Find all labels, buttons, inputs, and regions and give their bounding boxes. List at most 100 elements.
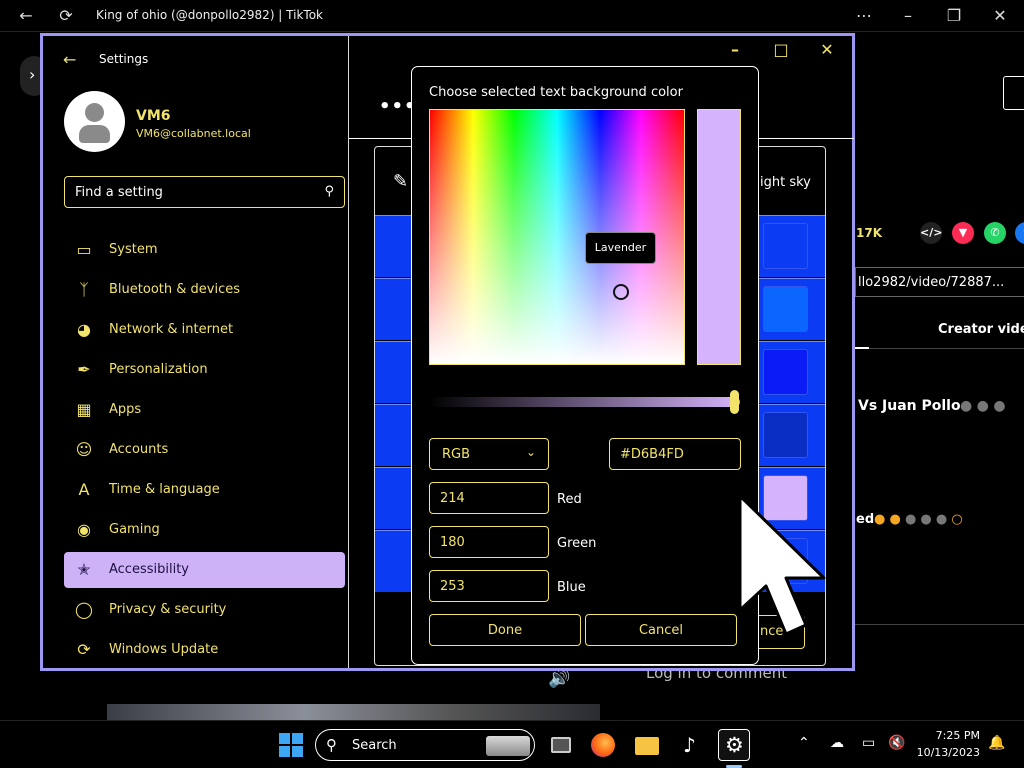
theme-name-fragment: ight sky (760, 175, 811, 190)
clock-time[interactable]: 7:25 PM (928, 729, 980, 742)
green-label: Green (557, 536, 597, 551)
sidebar-item-label: Accessibility (109, 562, 189, 577)
avatar[interactable] (64, 91, 125, 152)
share-send-icon[interactable]: ▼ (952, 222, 974, 244)
restore-icon[interactable]: ❐ (944, 6, 964, 26)
blue-label: Blue (557, 580, 586, 595)
minimize-icon[interactable]: – (898, 6, 918, 26)
sidebar-item-accounts[interactable]: ☺ Accounts (64, 432, 345, 468)
volume-muted-icon[interactable]: 🔇 (888, 735, 905, 751)
tab-indicator (855, 347, 869, 349)
color-swatch[interactable] (763, 286, 808, 332)
sidebar-item-accessibility[interactable]: ✭ Accessibility (64, 552, 345, 588)
hex-input[interactable] (609, 438, 741, 470)
find-setting-input[interactable]: Find a setting ⚲ (64, 176, 345, 208)
settings-app-icon[interactable]: ⚙ (718, 729, 750, 761)
sidebar-item-label: Apps (109, 402, 142, 417)
file-explorer-icon[interactable] (631, 729, 663, 761)
avatar-body (79, 125, 110, 143)
person-icon: ☺ (75, 440, 93, 459)
logo-pane (279, 746, 290, 757)
user-name: VM6 (136, 108, 171, 124)
whatsapp-icon[interactable]: ✆ (984, 222, 1006, 244)
color-swatch[interactable] (763, 349, 808, 395)
close-icon[interactable]: ✕ (817, 40, 837, 60)
edit-pencil-icon[interactable]: ✎ (393, 171, 408, 192)
search-icon: ⚲ (326, 736, 337, 754)
color-name-tooltip: Lavender (585, 232, 656, 264)
firefox-logo (591, 733, 615, 757)
refresh-icon[interactable]: ⟳ (56, 6, 76, 26)
back-arrow-icon[interactable]: ← (16, 6, 36, 26)
notification-bell-icon[interactable]: 🔔 (988, 735, 1005, 751)
logo-pane (279, 733, 290, 744)
color-picker-dialog: Choose selected text background color La… (411, 66, 759, 665)
color-swatch[interactable] (763, 412, 808, 458)
browser-titlebar: ← ⟳ King of ohio (@donpollo2982) | TikTo… (0, 0, 1024, 32)
volume-icon[interactable]: 🔊 (548, 668, 570, 689)
sidebar-item-time-language[interactable]: Α Time & language (64, 472, 345, 508)
spectrum-cursor[interactable] (613, 284, 629, 300)
taskbar-search[interactable]: ⚲ Search (315, 729, 535, 761)
maximize-icon[interactable]: □ (771, 40, 791, 60)
sidebar-item-label: Bluetooth & devices (109, 282, 240, 297)
back-arrow-icon[interactable]: ← (63, 50, 76, 69)
red-input[interactable] (429, 482, 549, 514)
user-email: VM6@collabnet.local (136, 127, 251, 140)
clock-date[interactable]: 10/13/2023 (916, 746, 980, 759)
taskbar: ⚲ Search ♪ ⚙ ⌃ ☁ ▭ 🔇 7:25 PM 10/13/2023 … (0, 720, 1024, 768)
selected-color-preview (697, 109, 741, 365)
minimize-icon[interactable]: – (725, 40, 745, 60)
tiktok-logo: ♪ (683, 733, 696, 757)
more-options-icon[interactable]: ⋯ (854, 6, 874, 26)
cancel-button[interactable]: Cancel (585, 614, 737, 646)
video-caption: Vs Juan Pollo (858, 398, 961, 414)
close-icon[interactable]: ✕ (990, 6, 1010, 26)
taskbar-search-label: Search (352, 738, 397, 753)
color-mode-select[interactable]: RGB ⌄ (429, 438, 549, 470)
done-button[interactable]: Done (429, 614, 581, 646)
sidebar-item-system[interactable]: ▭ System (64, 232, 345, 268)
green-input[interactable] (429, 526, 549, 558)
value-slider-thumb[interactable] (730, 390, 739, 414)
sidebar-item-personalization[interactable]: ✒ Personalization (64, 352, 345, 388)
firefox-icon[interactable] (587, 729, 619, 761)
color-swatch[interactable] (763, 223, 808, 269)
sidebar-item-windows-update[interactable]: ⟳ Windows Update (64, 632, 345, 668)
sidebar-item-bluetooth[interactable]: ᛉ Bluetooth & devices (64, 272, 345, 308)
display-icon[interactable]: ▭ (862, 735, 875, 751)
blue-input[interactable] (429, 570, 549, 602)
apps-icon: ▦ (76, 400, 92, 419)
caption-emoji: ● ● ● (960, 398, 1006, 414)
red-label: Red (557, 492, 582, 507)
windows-start-icon[interactable] (279, 733, 303, 757)
sidebar-item-apps[interactable]: ▦ Apps (64, 392, 345, 428)
brush-icon: ✒ (77, 360, 91, 379)
monitor-icon: ▭ (76, 240, 92, 259)
comment-emoji: ● ● ● ● ● ○ (874, 512, 963, 527)
header-button[interactable] (1003, 76, 1024, 110)
search-placeholder: Find a setting (75, 185, 163, 200)
sidebar-item-network[interactable]: ◕ Network & internet (64, 312, 345, 348)
creator-videos-tab[interactable]: Creator video (938, 322, 1024, 337)
chevron-down-icon: ⌄ (525, 445, 536, 459)
accessibility-icon: ✭ (77, 560, 91, 579)
update-icon: ⟳ (77, 640, 91, 659)
settings-sidebar: ← Settings VM6 VM6@collabnet.local Find … (43, 36, 349, 668)
cloud-sync-icon[interactable]: ☁ (830, 735, 844, 751)
embed-icon[interactable]: </> (920, 222, 942, 244)
facebook-icon[interactable]: f (1015, 222, 1024, 244)
value-slider[interactable] (429, 397, 740, 407)
tiktok-app-icon[interactable]: ♪ (675, 729, 707, 761)
sidebar-item-privacy[interactable]: ◯ Privacy & security (64, 592, 345, 628)
color-mode-value: RGB (442, 447, 471, 462)
sidebar-item-label: System (109, 242, 158, 257)
task-view-icon[interactable] (545, 729, 577, 761)
wifi-icon: ◕ (77, 320, 91, 339)
tab-divider (855, 348, 1024, 349)
sidebar-item-label: Network & internet (109, 322, 234, 337)
sidebar-item-gaming[interactable]: ◉ Gaming (64, 512, 345, 548)
chevron-up-icon[interactable]: ⌃ (798, 735, 810, 751)
avatar-head (85, 103, 104, 122)
gamepad-icon: ◉ (77, 520, 91, 539)
